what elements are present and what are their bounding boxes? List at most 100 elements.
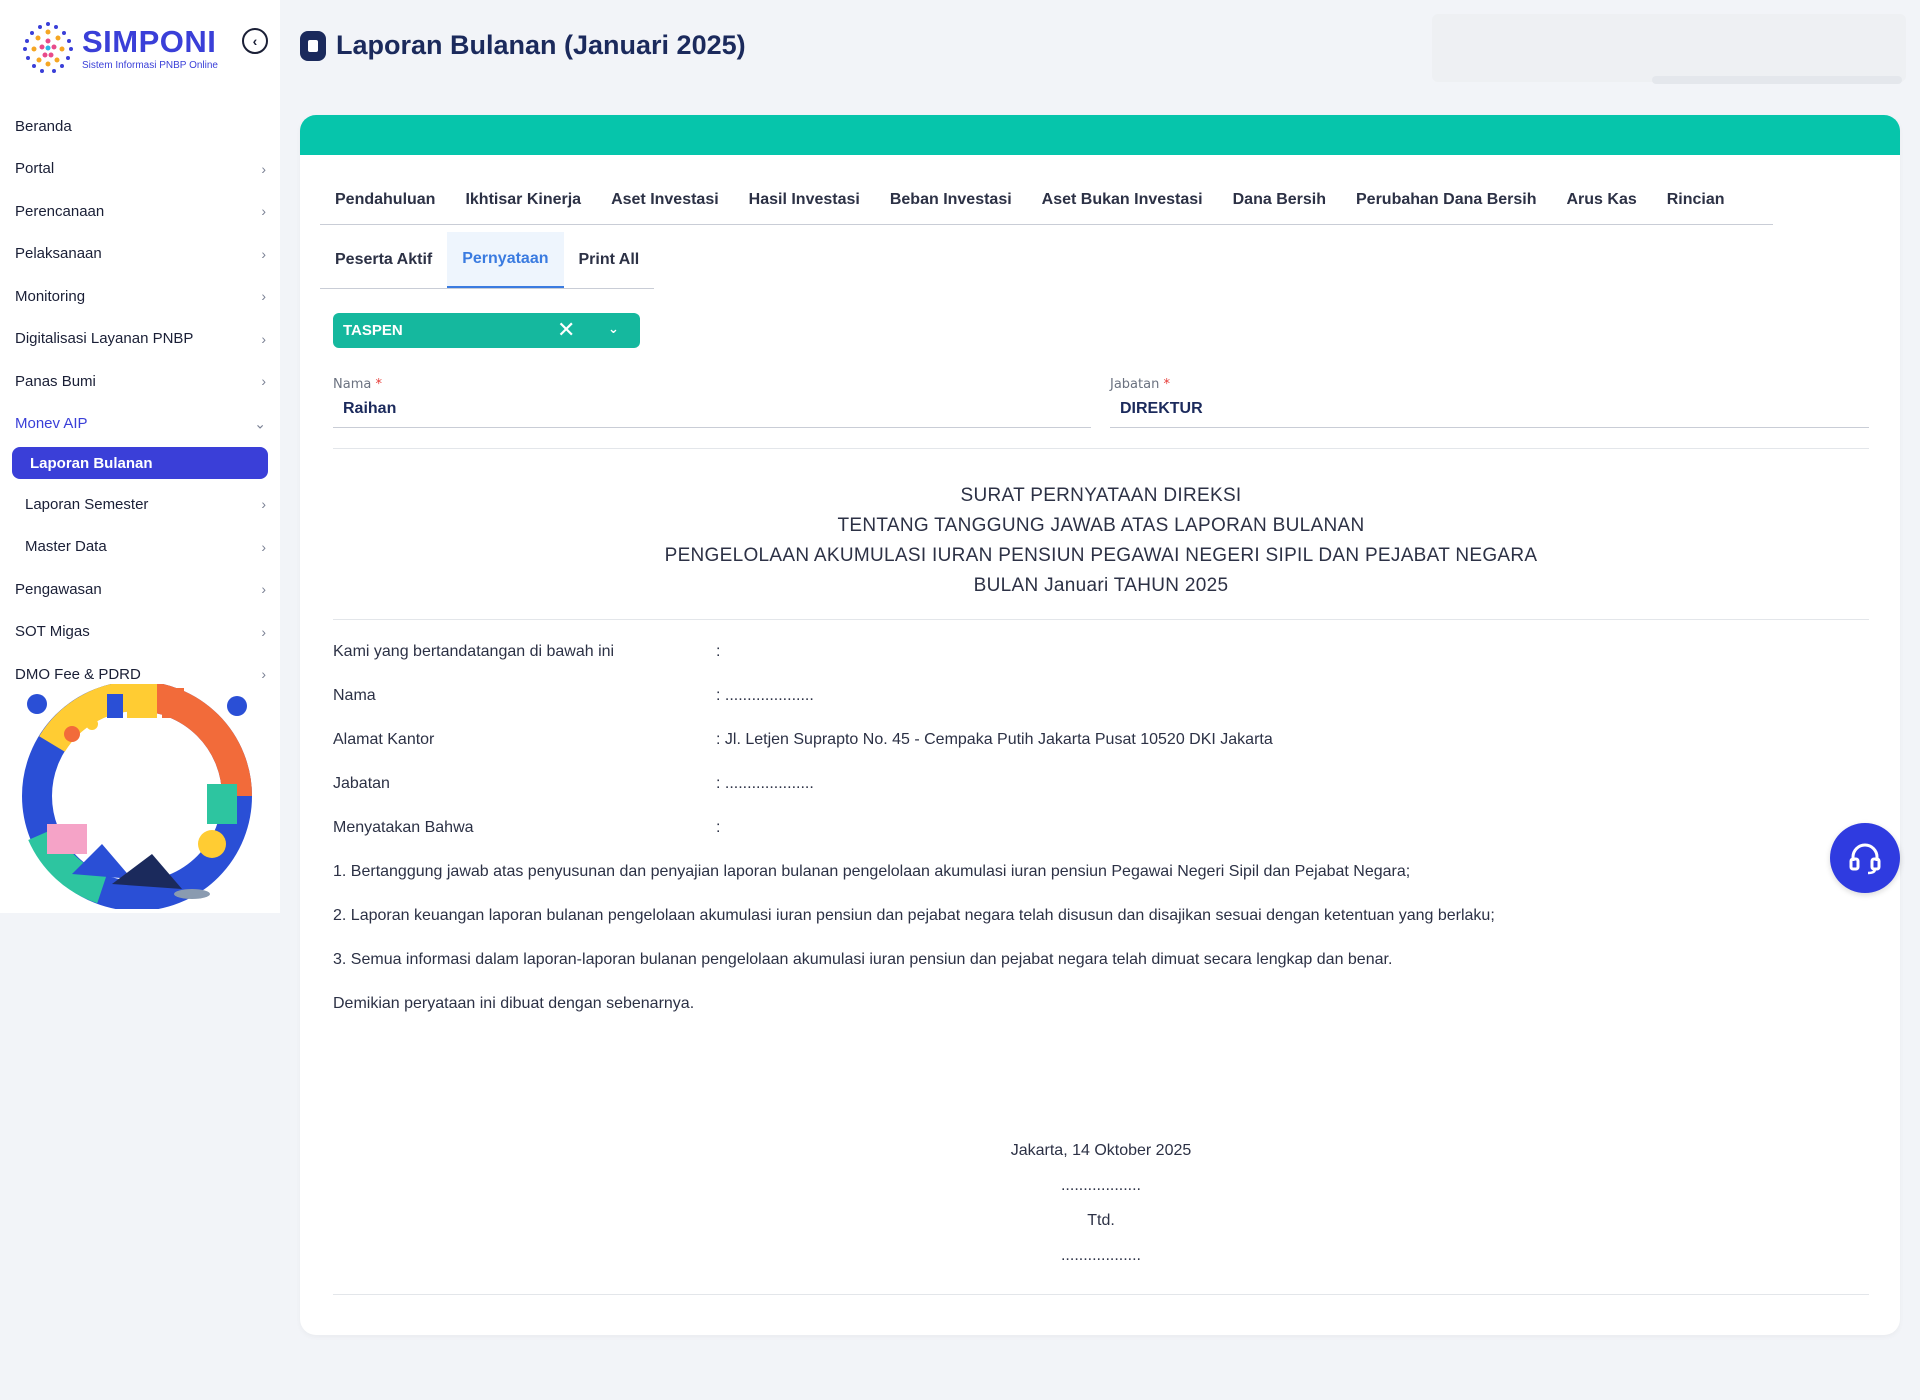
sidebar-item-digitalisasi-layanan-pnbp[interactable]: Digitalisasi Layanan PNBP › bbox=[0, 318, 280, 361]
sidebar: SIMPONI Sistem Informasi PNBP Online ‹ B… bbox=[0, 0, 280, 913]
chevron-right-icon: › bbox=[261, 373, 266, 390]
nama-field: Nama * Raihan bbox=[333, 377, 1091, 428]
sidebar-item-beranda[interactable]: Beranda bbox=[0, 105, 280, 148]
sidebar-item-panas-bumi[interactable]: Panas Bumi › bbox=[0, 360, 280, 403]
sidebar-item-master-data[interactable]: Master Data › bbox=[0, 526, 280, 569]
sidebar-item-label: Portal bbox=[15, 160, 55, 178]
sidebar-item-label: Panas Bumi bbox=[15, 372, 96, 390]
tab-aset-investasi[interactable]: Aset Investasi bbox=[596, 175, 734, 225]
statement-closing: Demikian peryataan ini dibuat dengan seb… bbox=[333, 995, 695, 1012]
statement-point: 3. Semua informasi dalam laporan-laporan… bbox=[333, 951, 1393, 968]
sidebar-item-label: Digitalisasi Layanan PNBP bbox=[15, 330, 194, 348]
sidebar-item-label: Monev AIP bbox=[15, 415, 88, 433]
sidebar-item-monitoring[interactable]: Monitoring › bbox=[0, 275, 280, 318]
sidebar-item-label: Pengawasan bbox=[15, 580, 102, 598]
sidebar-item-portal[interactable]: Portal › bbox=[0, 148, 280, 191]
statement-point: 2. Laporan keuangan laporan bulanan peng… bbox=[333, 907, 1495, 924]
statement-title-line: TENTANG TANGGUNG JAWAB ATAS LAPORAN BULA… bbox=[837, 515, 1365, 536]
statement-row-value: : bbox=[716, 819, 721, 836]
chevron-right-icon: › bbox=[261, 160, 266, 177]
tab-pendahuluan[interactable]: Pendahuluan bbox=[320, 175, 450, 225]
sidebar-item-label: Monitoring bbox=[15, 287, 86, 305]
dropdown-arrow-icon[interactable]: ⌄ bbox=[608, 321, 619, 337]
tab-rincian[interactable]: Rincian bbox=[1652, 175, 1740, 225]
statement-row-value: : .................... bbox=[716, 687, 814, 704]
sidebar-item-label: Beranda bbox=[15, 117, 72, 135]
tab-pernyataan[interactable]: Pernyataan bbox=[447, 232, 564, 288]
page-title: Laporan Bulanan (Januari 2025) bbox=[336, 30, 746, 60]
statement-row-value: : .................... bbox=[716, 775, 814, 792]
chevron-right-icon: › bbox=[261, 330, 266, 347]
chevron-right-icon: › bbox=[261, 288, 266, 305]
sidebar-item-pengawasan[interactable]: Pengawasan › bbox=[0, 568, 280, 611]
sidebar-menu: Beranda Portal › Perencanaan › Pelaksana… bbox=[0, 105, 280, 696]
signature-place-date: Jakarta, 14 Oktober 2025 bbox=[1010, 1142, 1192, 1159]
tab-ikhtisar-kinerja[interactable]: Ikhtisar Kinerja bbox=[450, 175, 596, 225]
statement-row-key: Menyatakan Bahwa bbox=[333, 819, 474, 836]
card-header-band bbox=[300, 115, 1900, 155]
statement-row: Jabatan : .................... bbox=[333, 775, 814, 793]
tab-hasil-investasi[interactable]: Hasil Investasi bbox=[734, 175, 875, 225]
sidebar-item-laporan-semester[interactable]: Laporan Semester › bbox=[0, 483, 280, 526]
entity-select[interactable]: TASPEN ✕ ⌄ bbox=[333, 313, 640, 348]
sidebar-item-label: Perencanaan bbox=[15, 202, 105, 220]
statement-row-key: Jabatan bbox=[333, 775, 390, 792]
sidebar-item-monev-aip[interactable]: Monev AIP ⌄ bbox=[0, 403, 280, 446]
chevron-right-icon: › bbox=[261, 581, 266, 598]
sidebar-item-sot-migas[interactable]: SOT Migas › bbox=[0, 611, 280, 654]
header-shadow bbox=[1652, 76, 1902, 84]
sidebar-item-label: Pelaksanaan bbox=[15, 245, 102, 263]
chevron-right-icon: › bbox=[261, 245, 266, 262]
brand[interactable]: SIMPONI Sistem Informasi PNBP Online bbox=[18, 18, 218, 78]
statement-row-value: : bbox=[716, 643, 721, 660]
sidebar-item-label: Laporan Semester bbox=[25, 495, 149, 513]
jabatan-label: Jabatan * bbox=[1110, 377, 1170, 392]
statement-row: Kami yang bertandatangan di bawah ini: bbox=[333, 643, 720, 661]
chevron-right-icon: › bbox=[261, 203, 266, 220]
chevron-left-icon: ‹ bbox=[252, 33, 258, 49]
chevron-right-icon: › bbox=[261, 496, 266, 513]
statement-row-key: Alamat Kantor bbox=[333, 731, 435, 748]
divider bbox=[333, 1294, 1869, 1295]
help-chat-button[interactable] bbox=[1830, 823, 1900, 893]
statement-row: Nama: .................... bbox=[333, 687, 814, 705]
sidebar-item-pelaksanaan[interactable]: Pelaksanaan › bbox=[0, 233, 280, 276]
header-user-area[interactable] bbox=[1432, 14, 1906, 82]
statement-row-key: Kami yang bertandatangan di bawah ini bbox=[333, 643, 615, 660]
statement-row: Menyatakan Bahwa: bbox=[333, 819, 720, 837]
tab-perubahan-dana-bersih[interactable]: Perubahan Dana Bersih bbox=[1341, 175, 1552, 225]
statement-point: 1. Bertanggung jawab atas penyusunan dan… bbox=[333, 863, 1411, 880]
clear-x-icon[interactable]: ✕ bbox=[557, 317, 575, 343]
tab-print-all[interactable]: Print All bbox=[564, 232, 655, 288]
divider bbox=[333, 448, 1869, 449]
statement-title-line: PENGELOLAAN AKUMULASI IURAN PENSIUN PEGA… bbox=[664, 545, 1538, 566]
signature-ttd: Ttd. bbox=[1087, 1212, 1115, 1229]
collapse-sidebar-button[interactable]: ‹ bbox=[242, 28, 268, 54]
jabatan-field: Jabatan * DIREKTUR bbox=[1110, 377, 1869, 428]
nama-label: Nama * bbox=[333, 377, 382, 392]
brand-subtitle: Sistem Informasi PNBP Online bbox=[82, 59, 218, 71]
tab-aset-bukan-investasi[interactable]: Aset Bukan Investasi bbox=[1027, 175, 1218, 225]
statement-row-value: : Jl. Letjen Suprapto No. 45 - Cempaka P… bbox=[716, 731, 1273, 748]
document-icon bbox=[300, 30, 326, 61]
chevron-right-icon: › bbox=[261, 538, 266, 555]
tab-dana-bersih[interactable]: Dana Bersih bbox=[1218, 175, 1341, 225]
tab-arus-kas[interactable]: Arus Kas bbox=[1552, 175, 1652, 225]
chevron-right-icon: › bbox=[261, 623, 266, 640]
sidebar-item-label: Laporan Bulanan bbox=[30, 454, 153, 472]
tab-beban-investasi[interactable]: Beban Investasi bbox=[875, 175, 1027, 225]
entity-select-value: TASPEN bbox=[343, 322, 403, 339]
sidebar-item-perencanaan[interactable]: Perencanaan › bbox=[0, 190, 280, 233]
sidebar-item-label: SOT Migas bbox=[15, 623, 90, 641]
brand-name: SIMPONI bbox=[82, 23, 217, 59]
statement-title-line: SURAT PERNYATAAN DIREKSI bbox=[960, 485, 1242, 506]
sidebar-item-label: DMO Fee & PDRD bbox=[15, 665, 141, 683]
report-card: Pendahuluan Ikhtisar Kinerja Aset Invest… bbox=[300, 115, 1900, 1335]
required-mark: * bbox=[1163, 377, 1170, 392]
sidebar-illustration bbox=[22, 684, 252, 909]
nama-input[interactable]: Raihan bbox=[333, 400, 1091, 428]
sidebar-item-laporan-bulanan[interactable]: Laporan Bulanan bbox=[12, 447, 268, 479]
jabatan-input[interactable]: DIREKTUR bbox=[1110, 400, 1869, 428]
tab-peserta-aktif[interactable]: Peserta Aktif bbox=[320, 232, 447, 288]
signature-dots: .................. bbox=[1060, 1177, 1141, 1194]
